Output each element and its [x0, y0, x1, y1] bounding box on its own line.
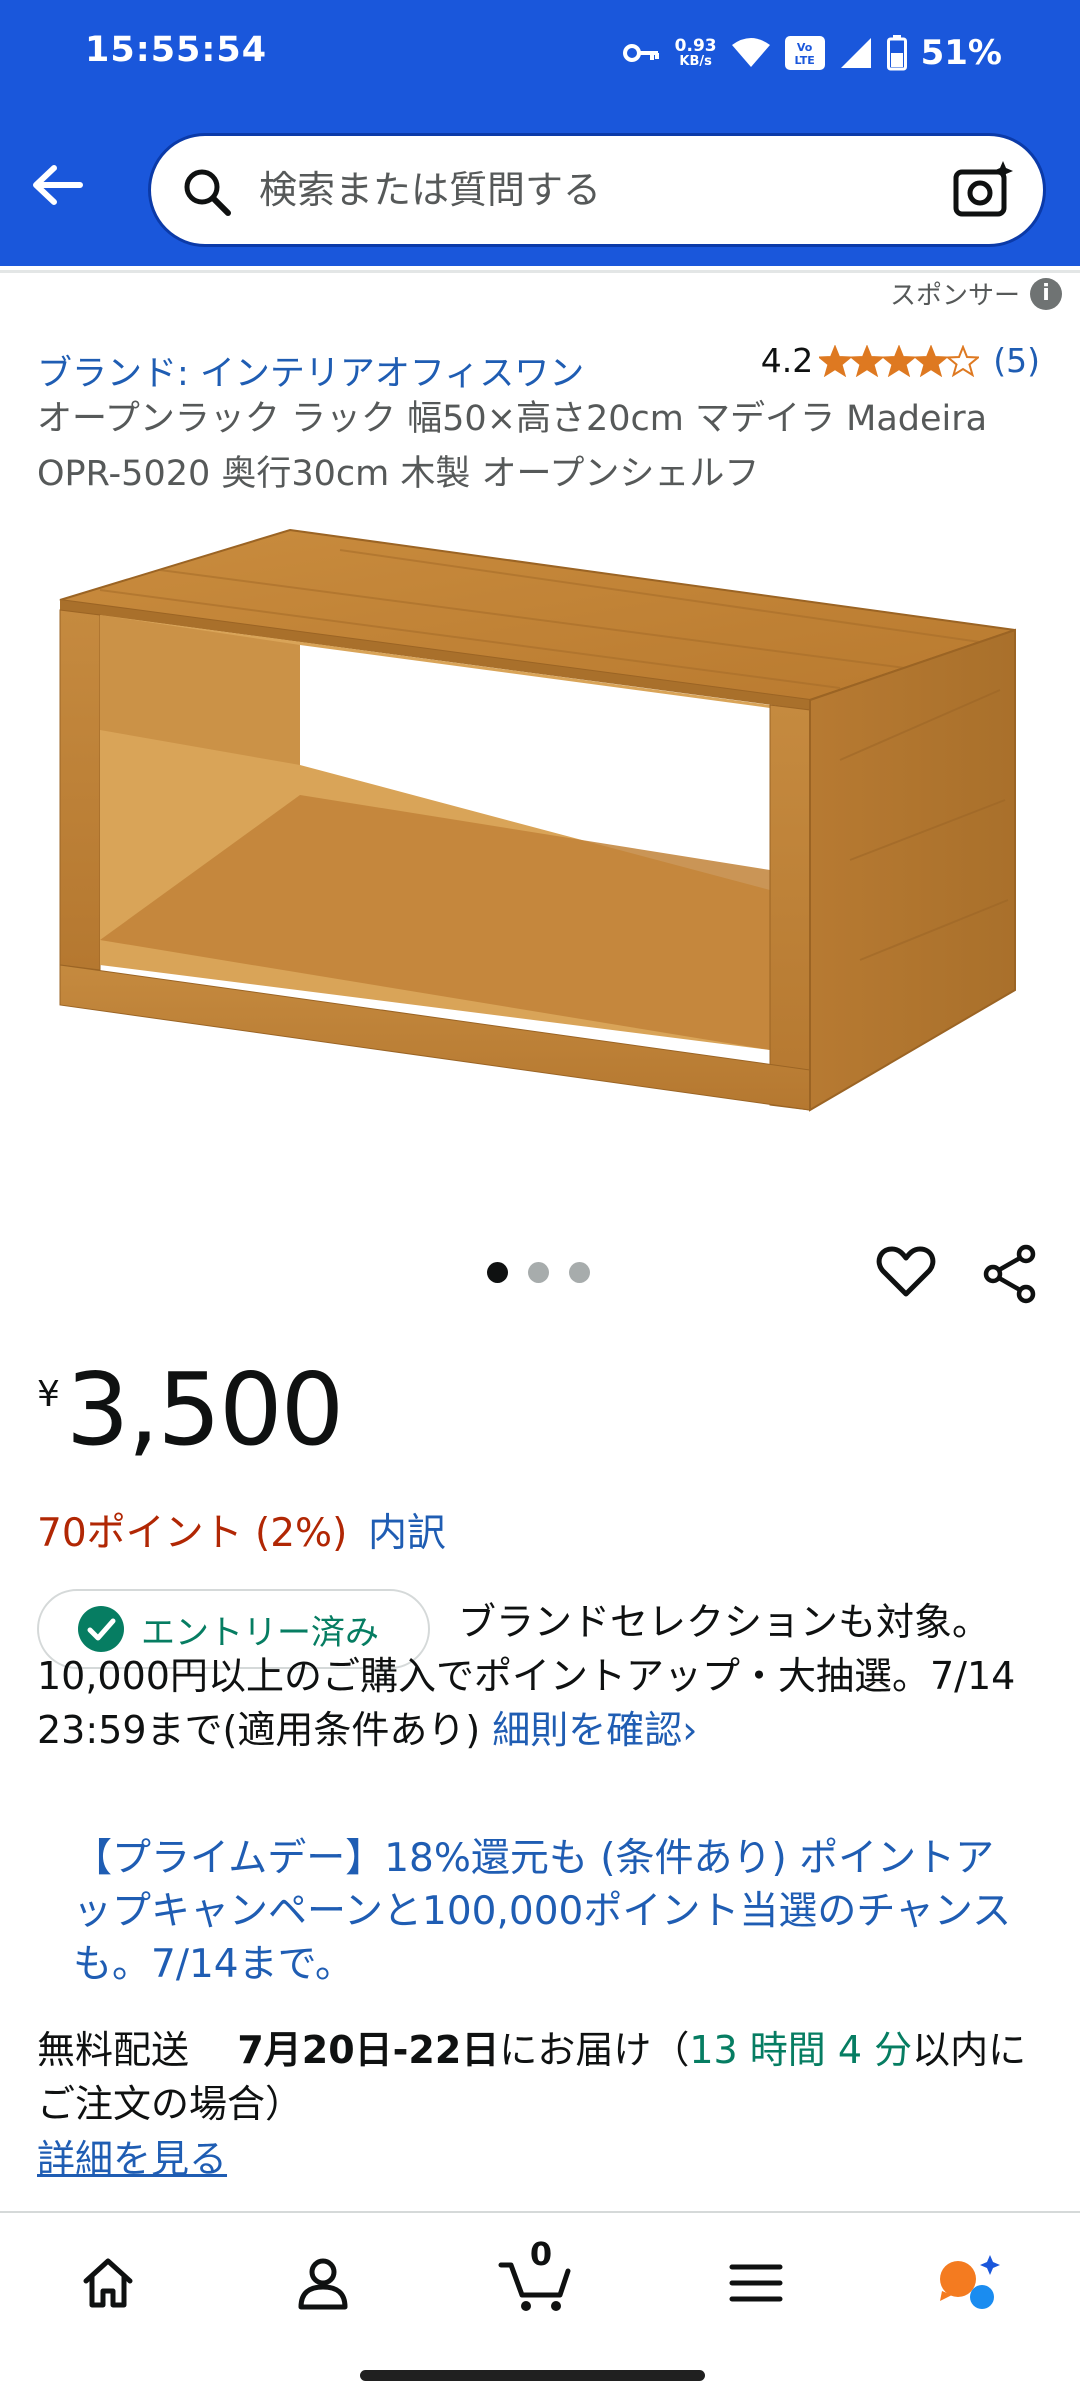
camera-search-icon[interactable]: [951, 158, 1015, 222]
gesture-navigation-bar[interactable]: [360, 2370, 705, 2381]
cart-count: 0: [529, 2235, 553, 2273]
star-icon: [883, 344, 916, 377]
search-bar[interactable]: [148, 133, 1046, 247]
price-value: 3,500: [65, 1351, 344, 1468]
nav-ai-assistant[interactable]: [930, 2243, 1010, 2323]
battery-percent: 51%: [920, 33, 1002, 73]
battery-icon: [886, 35, 907, 71]
rating-count[interactable]: (5): [993, 341, 1040, 380]
share-icon[interactable]: [982, 1244, 1038, 1304]
sponsored-text: スポンサー: [889, 281, 1020, 311]
carousel-dot[interactable]: [487, 1262, 508, 1283]
wishlist-heart-icon[interactable]: [876, 1244, 936, 1300]
status-time: 15:55:54: [85, 30, 268, 70]
network-speed-value: 0.93: [674, 36, 717, 56]
delivery-details-link[interactable]: 詳細を見る: [37, 2128, 227, 2183]
ai-assistant-icon: [940, 2255, 1000, 2309]
points-text: 70ポイント (2%): [37, 1511, 348, 1556]
nav-menu[interactable]: [716, 2243, 796, 2323]
header: 15:55:54 0.93 KB/s Vo LTE 51%: [0, 0, 1080, 266]
points-breakdown-link[interactable]: 内訳: [368, 1502, 446, 1558]
star-icon: [851, 344, 884, 377]
delivery-date: 7月20日-22日: [237, 2028, 500, 2072]
sponsored-label[interactable]: スポンサー i: [890, 275, 1062, 312]
back-arrow-icon[interactable]: [30, 160, 85, 210]
product-image[interactable]: [40, 510, 1040, 1170]
carousel-dot[interactable]: [569, 1262, 590, 1283]
vpn-key-icon: [622, 44, 659, 62]
home-icon: [83, 2258, 133, 2308]
image-carousel-dots[interactable]: [487, 1262, 590, 1283]
status-bar: 15:55:54 0.93 KB/s Vo LTE 51%: [0, 0, 1080, 105]
wifi-icon: [731, 38, 770, 67]
campaign-terms-link[interactable]: 細則を確認›: [492, 1708, 697, 1752]
star-icon: [947, 344, 980, 377]
delivery-free-label: 無料配送: [37, 2028, 190, 2072]
rating-value: 4.2: [760, 341, 814, 380]
delivery-deliver-text: にお届け（: [499, 2028, 690, 2072]
network-speed-unit: KB/s: [679, 54, 712, 69]
star-icon: [915, 344, 948, 377]
campaign-text: ブランドセレクションも対象。10,000円以上のご購入でポイントアップ・大抽選。…: [37, 1595, 1047, 1757]
volte-icon: Vo LTE: [784, 36, 825, 70]
price-currency: ¥: [37, 1374, 60, 1415]
network-speed: 0.93 KB/s: [674, 36, 717, 69]
rating[interactable]: 4.2 (5): [761, 341, 1040, 380]
nav-account[interactable]: [283, 2243, 363, 2323]
nav-home[interactable]: [68, 2243, 148, 2323]
bottom-navigation: 0: [0, 2211, 1080, 2351]
product-title: オープンラック ラック 幅50×高さ20cm マデイラ Madeira OPR-…: [37, 399, 988, 494]
prime-day-link[interactable]: 【プライムデー】18%還元も (条件あり) ポイントアップキャンペーンと100,…: [73, 1832, 1033, 1991]
search-input[interactable]: [259, 136, 899, 244]
delivery-info: 無料配送 7月20日-22日にお届け（13 時間 4 分以内にご注文の場合）: [37, 2023, 1057, 2131]
star-icon: [819, 344, 852, 377]
header-divider: [0, 270, 1080, 273]
info-icon[interactable]: i: [1030, 277, 1062, 310]
user-icon: [298, 2258, 348, 2310]
price: ¥ 3,500: [37, 1340, 344, 1480]
brand-link[interactable]: ブランド: インテリアオフィスワン: [37, 345, 584, 396]
rating-stars: [819, 344, 980, 377]
status-icons: 0.93 KB/s Vo LTE 51%: [622, 28, 1002, 78]
carousel-dot[interactable]: [528, 1262, 549, 1283]
hamburger-menu-icon: [729, 2264, 783, 2302]
nav-cart[interactable]: 0: [496, 2235, 576, 2323]
signal-icon: [840, 38, 871, 68]
delivery-countdown: 13 時間 4 分: [689, 2028, 913, 2072]
search-icon: [184, 169, 231, 216]
